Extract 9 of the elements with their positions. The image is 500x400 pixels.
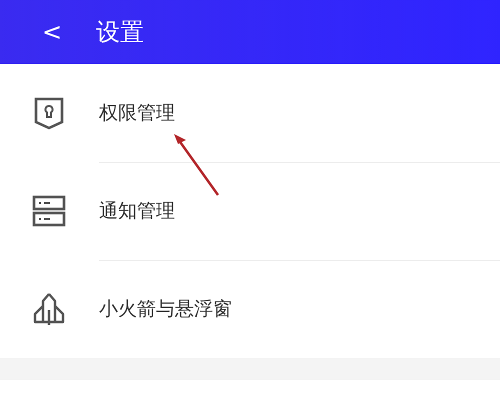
- server-icon: [32, 195, 66, 227]
- back-button[interactable]: <: [34, 18, 70, 46]
- rocket-icon: [32, 292, 66, 326]
- page-title: 设置: [96, 17, 144, 48]
- annotation-arrow: [172, 132, 222, 198]
- settings-item[interactable]: 通知管理: [0, 162, 500, 260]
- settings-item[interactable]: 小火箭与悬浮窗: [0, 260, 500, 358]
- settings-item[interactable]: 权限管理: [0, 64, 500, 162]
- shield-lock-icon: [32, 96, 66, 130]
